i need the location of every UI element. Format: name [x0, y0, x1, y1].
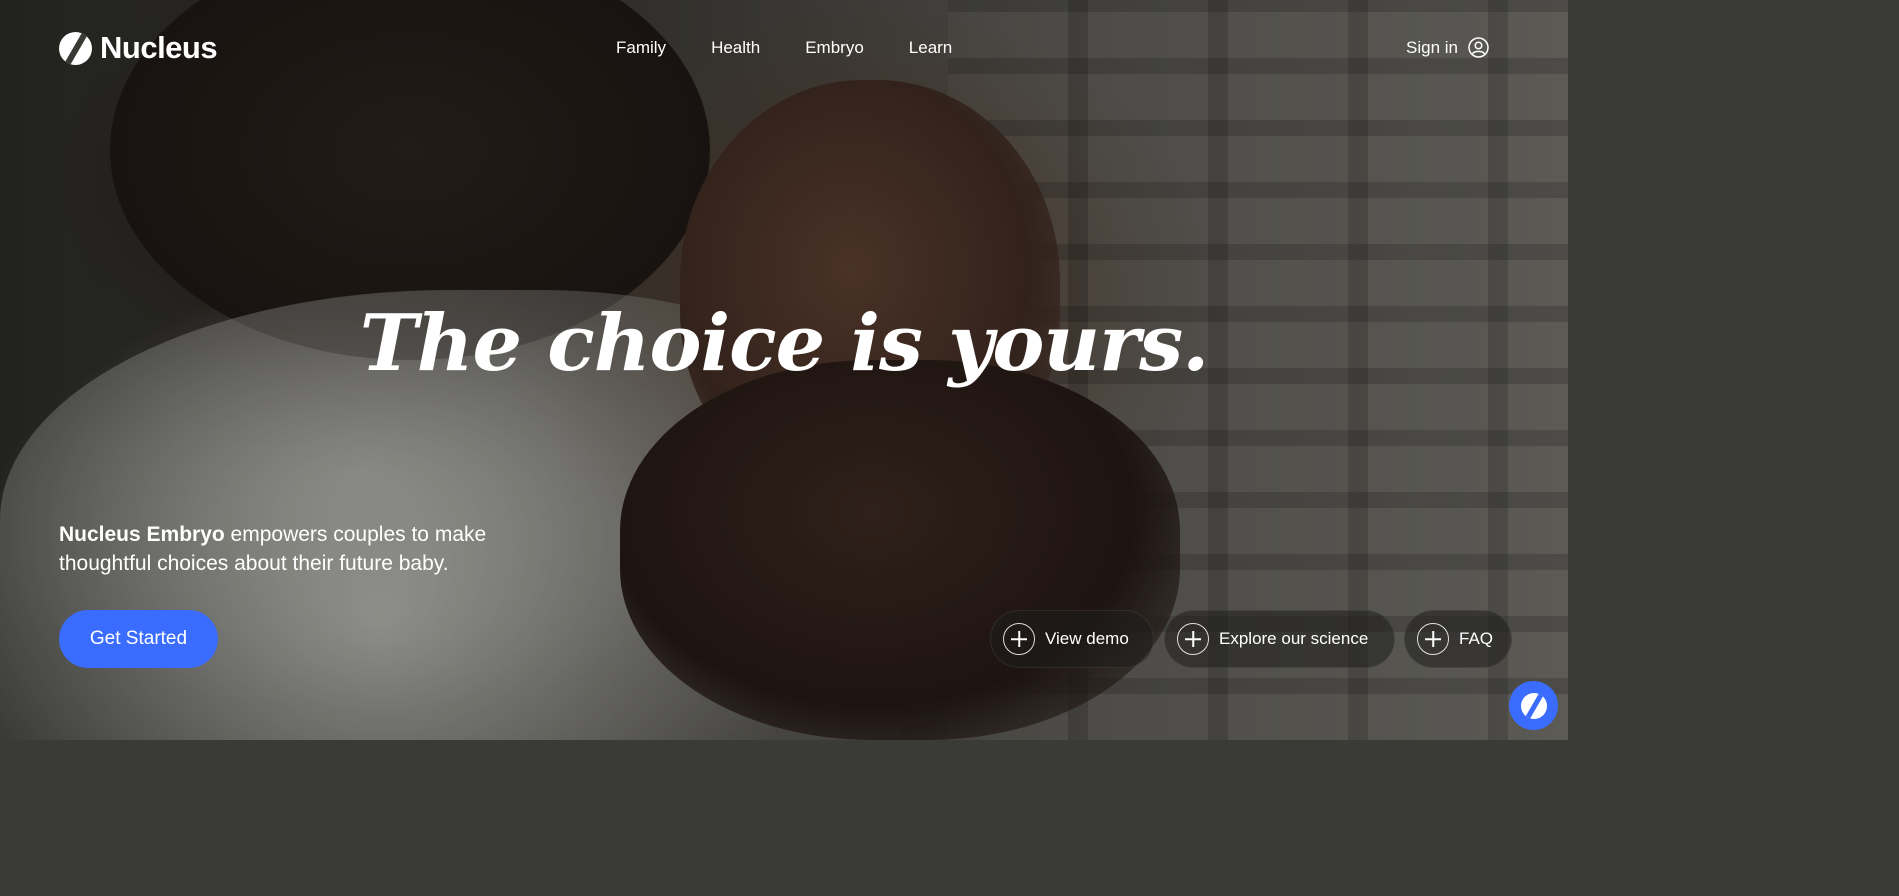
nav-item-family[interactable]: Family [616, 38, 666, 58]
faq-button[interactable]: FAQ [1404, 610, 1512, 668]
brand-name: Nucleus [100, 30, 218, 65]
plus-icon [1417, 623, 1449, 655]
nav-item-embryo[interactable]: Embryo [805, 38, 864, 58]
plus-icon [1003, 623, 1035, 655]
nucleus-chat-icon [1520, 692, 1547, 719]
nav-item-learn[interactable]: Learn [909, 38, 952, 58]
nucleus-logo-icon [59, 31, 92, 65]
explore-science-button[interactable]: Explore our science [1164, 610, 1395, 668]
sign-in-link[interactable]: Sign in [1406, 37, 1489, 58]
plus-icon [1177, 623, 1209, 655]
get-started-button[interactable]: Get Started [59, 610, 218, 668]
main-nav: Family Health Embryo Learn [616, 38, 952, 58]
tagline-brand: Nucleus Embryo [59, 523, 225, 546]
sign-in-label: Sign in [1406, 37, 1458, 57]
brand-logo[interactable]: Nucleus [59, 30, 218, 66]
view-demo-label: View demo [1045, 629, 1129, 648]
explore-science-label: Explore our science [1219, 629, 1369, 648]
faq-label: FAQ [1459, 629, 1494, 648]
chat-button[interactable] [1509, 681, 1558, 730]
nav-item-health[interactable]: Health [711, 38, 760, 58]
view-demo-button[interactable]: View demo [990, 610, 1154, 668]
hero-headline: The choice is yours. [359, 298, 1210, 389]
user-circle-icon [1468, 37, 1489, 58]
hero-tagline: Nucleus Embryo empowers couples to make … [59, 520, 519, 578]
